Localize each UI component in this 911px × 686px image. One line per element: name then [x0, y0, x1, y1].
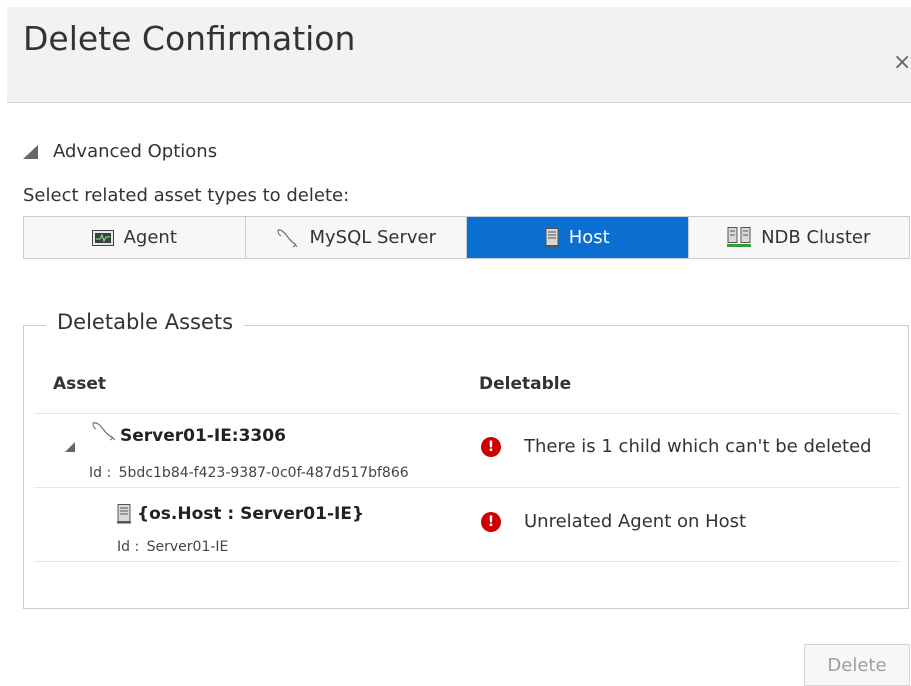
column-header-asset: Asset: [53, 374, 107, 394]
tab-mysql-server[interactable]: MySQL Server: [245, 217, 467, 258]
agent-icon: [91, 229, 114, 246]
close-icon[interactable]: ×: [893, 50, 911, 75]
asset-id: Id : Server01-IE: [117, 539, 228, 555]
asset-name-text: Server01-IE:3306: [120, 426, 286, 446]
select-asset-types-label: Select related asset types to delete:: [23, 185, 350, 206]
advanced-options-toggle[interactable]: Advanced Options: [23, 141, 217, 162]
delete-confirmation-dialog: Delete Confirmation × Advanced Options S…: [7, 7, 911, 686]
host-server-icon: [117, 504, 131, 524]
advanced-options-label: Advanced Options: [53, 141, 218, 162]
deletable-assets-legend: Deletable Assets: [46, 310, 245, 334]
dialog-header: Delete Confirmation ×: [7, 7, 911, 103]
asset-name-text: {os.Host : Server01-IE}: [137, 504, 365, 524]
tab-host-label: Host: [568, 227, 610, 248]
dialog-title: Delete Confirmation: [23, 19, 356, 58]
tab-host[interactable]: Host: [467, 217, 689, 258]
ndb-cluster-icon: [727, 226, 752, 249]
mysql-dolphin-icon: [275, 227, 299, 249]
column-header-deletable: Deletable: [479, 374, 572, 394]
error-icon: !: [481, 511, 501, 532]
table-row-asset-name[interactable]: {os.Host : Server01-IE}: [117, 504, 364, 524]
error-icon: !: [481, 436, 501, 457]
deletable-status-text: Unrelated Agent on Host: [524, 511, 747, 532]
row-divider: [34, 487, 900, 488]
host-server-icon: [544, 227, 559, 248]
tab-agent[interactable]: Agent: [24, 217, 246, 258]
tab-ndb-cluster-label: NDB Cluster: [761, 227, 871, 248]
mysql-dolphin-icon: [90, 420, 118, 442]
asset-id-label: Id :: [117, 539, 140, 555]
expand-toggle-icon[interactable]: [65, 442, 75, 452]
deletable-status-text: There is 1 child which can't be deleted: [524, 436, 872, 457]
delete-button[interactable]: Delete: [804, 644, 910, 686]
tab-mysql-server-label: MySQL Server: [309, 227, 437, 248]
tab-ndb-cluster[interactable]: NDB Cluster: [688, 217, 909, 258]
row-divider: [34, 561, 900, 562]
asset-id-value: 5bdc1b84-f423-9387-0c0f-487d517bf866: [118, 465, 409, 481]
deletable-assets-panel: Deletable Assets Asset Deletable Server0…: [23, 310, 909, 609]
collapse-triangle-icon: [23, 144, 38, 159]
asset-id: Id : 5bdc1b84-f423-9387-0c0f-487d517bf86…: [89, 465, 409, 481]
table-row-asset-name[interactable]: Server01-IE:3306: [90, 422, 286, 446]
asset-type-button-group: Agent MySQL Server Host NDB Cluster: [23, 216, 910, 259]
asset-id-value: Server01-IE: [146, 539, 229, 555]
header-divider: [34, 413, 900, 414]
deletable-status: ! Unrelated Agent on Host: [481, 511, 746, 532]
deletable-status: ! There is 1 child which can't be delete…: [481, 436, 872, 457]
tab-agent-label: Agent: [123, 227, 177, 248]
asset-id-label: Id :: [89, 465, 112, 481]
